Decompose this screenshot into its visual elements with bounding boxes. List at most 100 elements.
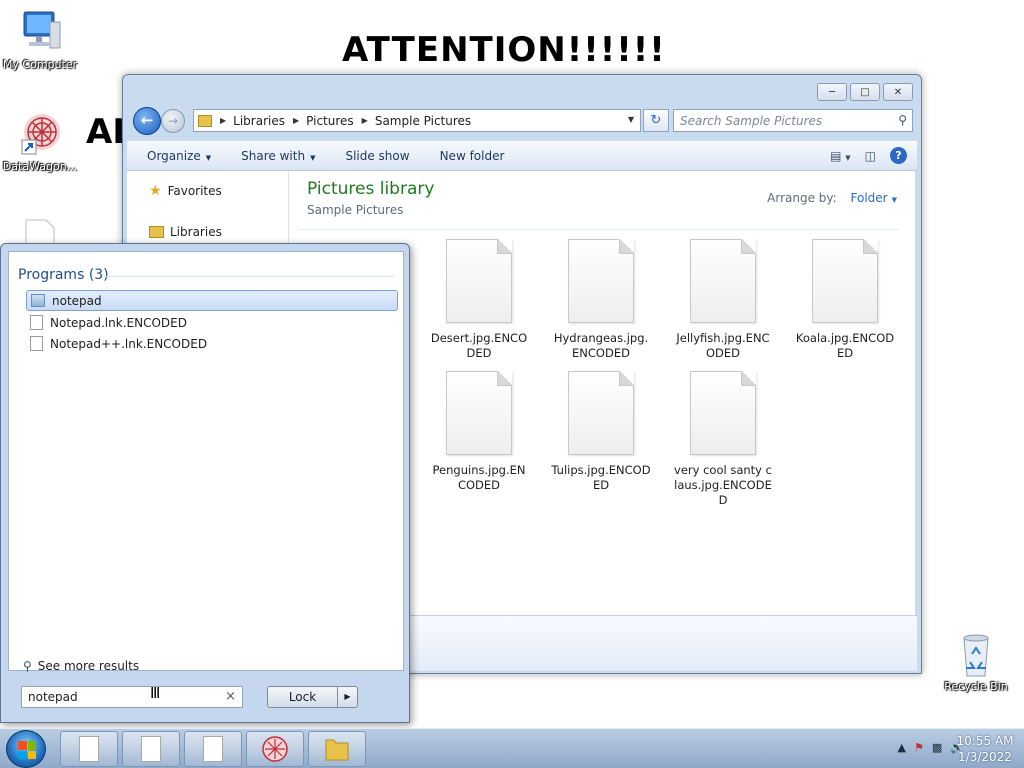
taskbar-item-explorer[interactable] [308, 731, 366, 767]
breadcrumb-libraries[interactable]: Libraries [233, 114, 285, 128]
result-item-notepadpp-lnk[interactable]: Notepad++.lnk.ENCODED [26, 333, 398, 354]
start-menu-results: Programs (3) notepad Notepad.lnk.ENCODED… [8, 251, 404, 673]
desktop-icon-datawagon[interactable]: DataWagon... [0, 110, 80, 173]
chevron-down-icon[interactable]: ▼ [892, 196, 897, 204]
taskbar-item-document[interactable] [122, 731, 180, 767]
chevron-down-icon[interactable]: ▼ [628, 115, 634, 124]
change-view-icon[interactable]: ▤ ▼ [830, 149, 851, 163]
file-item[interactable]: Koala.jpg.ENCODED [795, 239, 895, 361]
file-item[interactable]: Desert.jpg.ENCODED [429, 239, 529, 361]
file-item[interactable]: very cool santy claus.jpg.ENCODED [673, 371, 773, 508]
organize-button[interactable]: Organize ▼ [147, 149, 211, 163]
lock-button[interactable]: Lock ▶ [267, 686, 358, 708]
file-name: Koala.jpg.ENCODED [795, 331, 895, 360]
taskbar-item-document[interactable] [184, 731, 242, 767]
organize-label: Organize [147, 149, 201, 163]
file-item[interactable]: Tulips.jpg.ENCODED [551, 371, 651, 493]
file-name: Tulips.jpg.ENCODED [551, 463, 651, 492]
computer-icon [16, 8, 64, 56]
start-menu: Programs (3) notepad Notepad.lnk.ENCODED… [0, 243, 410, 723]
back-button[interactable]: ← [133, 107, 161, 135]
result-item-notepad-lnk[interactable]: Notepad.lnk.ENCODED [26, 312, 398, 333]
search-icon: ⚲ [898, 113, 907, 127]
preview-pane-icon[interactable]: ◫ [865, 149, 876, 163]
file-name: Hydrangeas.jpg.ENCODED [553, 331, 649, 360]
file-name: Penguins.jpg.ENCODED [432, 463, 526, 492]
desktop-icon-my-computer[interactable]: My Computer [0, 8, 80, 71]
nav-libraries-label: Libraries [170, 225, 222, 239]
chevron-right-icon: ▶ [220, 116, 227, 125]
result-item-label: Notepad.lnk.ENCODED [50, 315, 187, 330]
file-item[interactable]: Hydrangeas.jpg.ENCODED [551, 239, 651, 361]
clear-search-icon[interactable]: × [225, 689, 236, 704]
minimize-button[interactable]: ─ [817, 83, 847, 101]
desktop-icon-recycle-bin[interactable]: Recycle Bin [936, 630, 1016, 693]
help-icon[interactable]: ? [890, 147, 907, 164]
breadcrumb-sample-pictures[interactable]: Sample Pictures [375, 114, 471, 128]
share-with-button[interactable]: Share with ▼ [241, 149, 315, 163]
nav-favorites-label: Favorites [167, 184, 222, 198]
nav-favorites[interactable]: ★ Favorites [149, 183, 222, 199]
document-icon [30, 336, 43, 351]
taskbar-item-document[interactable] [60, 731, 118, 767]
chevron-down-icon: ▼ [310, 154, 316, 162]
search-placeholder: Search Sample Pictures [680, 114, 823, 128]
see-more-results-link[interactable]: ⚲ See more results [23, 659, 139, 673]
document-icon [30, 315, 43, 330]
windows-logo-icon [18, 741, 36, 759]
search-input[interactable]: Search Sample Pictures ⚲ [673, 109, 913, 132]
show-hidden-icons-icon[interactable]: ▲ [898, 741, 906, 754]
chevron-right-icon[interactable]: ▶ [337, 687, 357, 707]
slide-show-button[interactable]: Slide show [345, 149, 409, 163]
close-button[interactable]: ✕ [883, 83, 913, 101]
forward-button[interactable]: → [161, 109, 185, 133]
refresh-button[interactable]: ↻ [643, 109, 669, 132]
arrange-label: Arrange by: [767, 191, 837, 205]
library-title: Pictures library [307, 179, 435, 199]
view-controls: ▤ ▼ ◫ ? [830, 147, 907, 164]
library-subtitle: Sample Pictures [307, 203, 404, 217]
new-folder-button[interactable]: New folder [440, 149, 505, 163]
recycle-bin-icon [952, 630, 1000, 678]
file-icon [446, 371, 512, 455]
file-item[interactable]: Penguins.jpg.ENCODED [429, 371, 529, 493]
address-bar[interactable]: ▶ Libraries ▶ Pictures ▶ Sample Pictures… [193, 109, 641, 132]
window-controls: ─ □ ✕ [817, 83, 913, 101]
result-item-notepad[interactable]: notepad [26, 290, 398, 311]
notepad-icon [31, 294, 45, 307]
datawagon-icon [16, 110, 64, 158]
action-center-icon[interactable]: ⚑ [914, 741, 924, 754]
file-name: very cool santy claus.jpg.ENCODED [674, 463, 772, 507]
result-item-label: Notepad++.lnk.ENCODED [50, 336, 208, 351]
divider [104, 276, 394, 277]
maximize-button[interactable]: □ [850, 83, 880, 101]
arrange-dropdown[interactable]: Folder [851, 191, 888, 205]
ransom-title: ATTENTION!!!!!! [342, 30, 666, 70]
search-icon: ⚲ [23, 659, 32, 673]
chevron-right-icon: ▶ [361, 116, 368, 125]
start-button[interactable] [6, 730, 46, 768]
datawagon-icon [262, 736, 288, 762]
file-name: Jellyfish.jpg.ENCODED [676, 331, 770, 360]
taskbar-item-datawagon[interactable] [246, 731, 304, 767]
file-item[interactable]: Jellyfish.jpg.ENCODED [673, 239, 773, 361]
command-bar: Organize ▼ Share with ▼ Slide show New fol… [127, 141, 917, 171]
result-item-label: notepad [52, 293, 102, 308]
folder-icon [325, 739, 349, 761]
file-icon [568, 239, 634, 323]
arrange-by: Arrange by: Folder ▼ [767, 191, 897, 205]
breadcrumb-pictures[interactable]: Pictures [306, 114, 354, 128]
start-search-value: notepad [28, 690, 78, 704]
network-icon[interactable]: ▩ [932, 741, 942, 754]
folder-icon [198, 114, 212, 127]
taskbar: ▲ ⚑ ▩ 🔈 10:55 AM 1/3/2022 [0, 728, 1024, 768]
lock-label: Lock [288, 690, 317, 704]
start-search-input[interactable]: notepad × [21, 686, 243, 708]
document-icon [79, 736, 99, 762]
clock[interactable]: 10:55 AM 1/3/2022 [954, 733, 1016, 765]
document-icon [141, 736, 161, 762]
nav-libraries[interactable]: Libraries [149, 225, 222, 239]
file-name: Desert.jpg.ENCODED [430, 331, 528, 360]
desktop-icon-label: DataWagon... [2, 160, 78, 173]
star-icon: ★ [149, 183, 162, 199]
